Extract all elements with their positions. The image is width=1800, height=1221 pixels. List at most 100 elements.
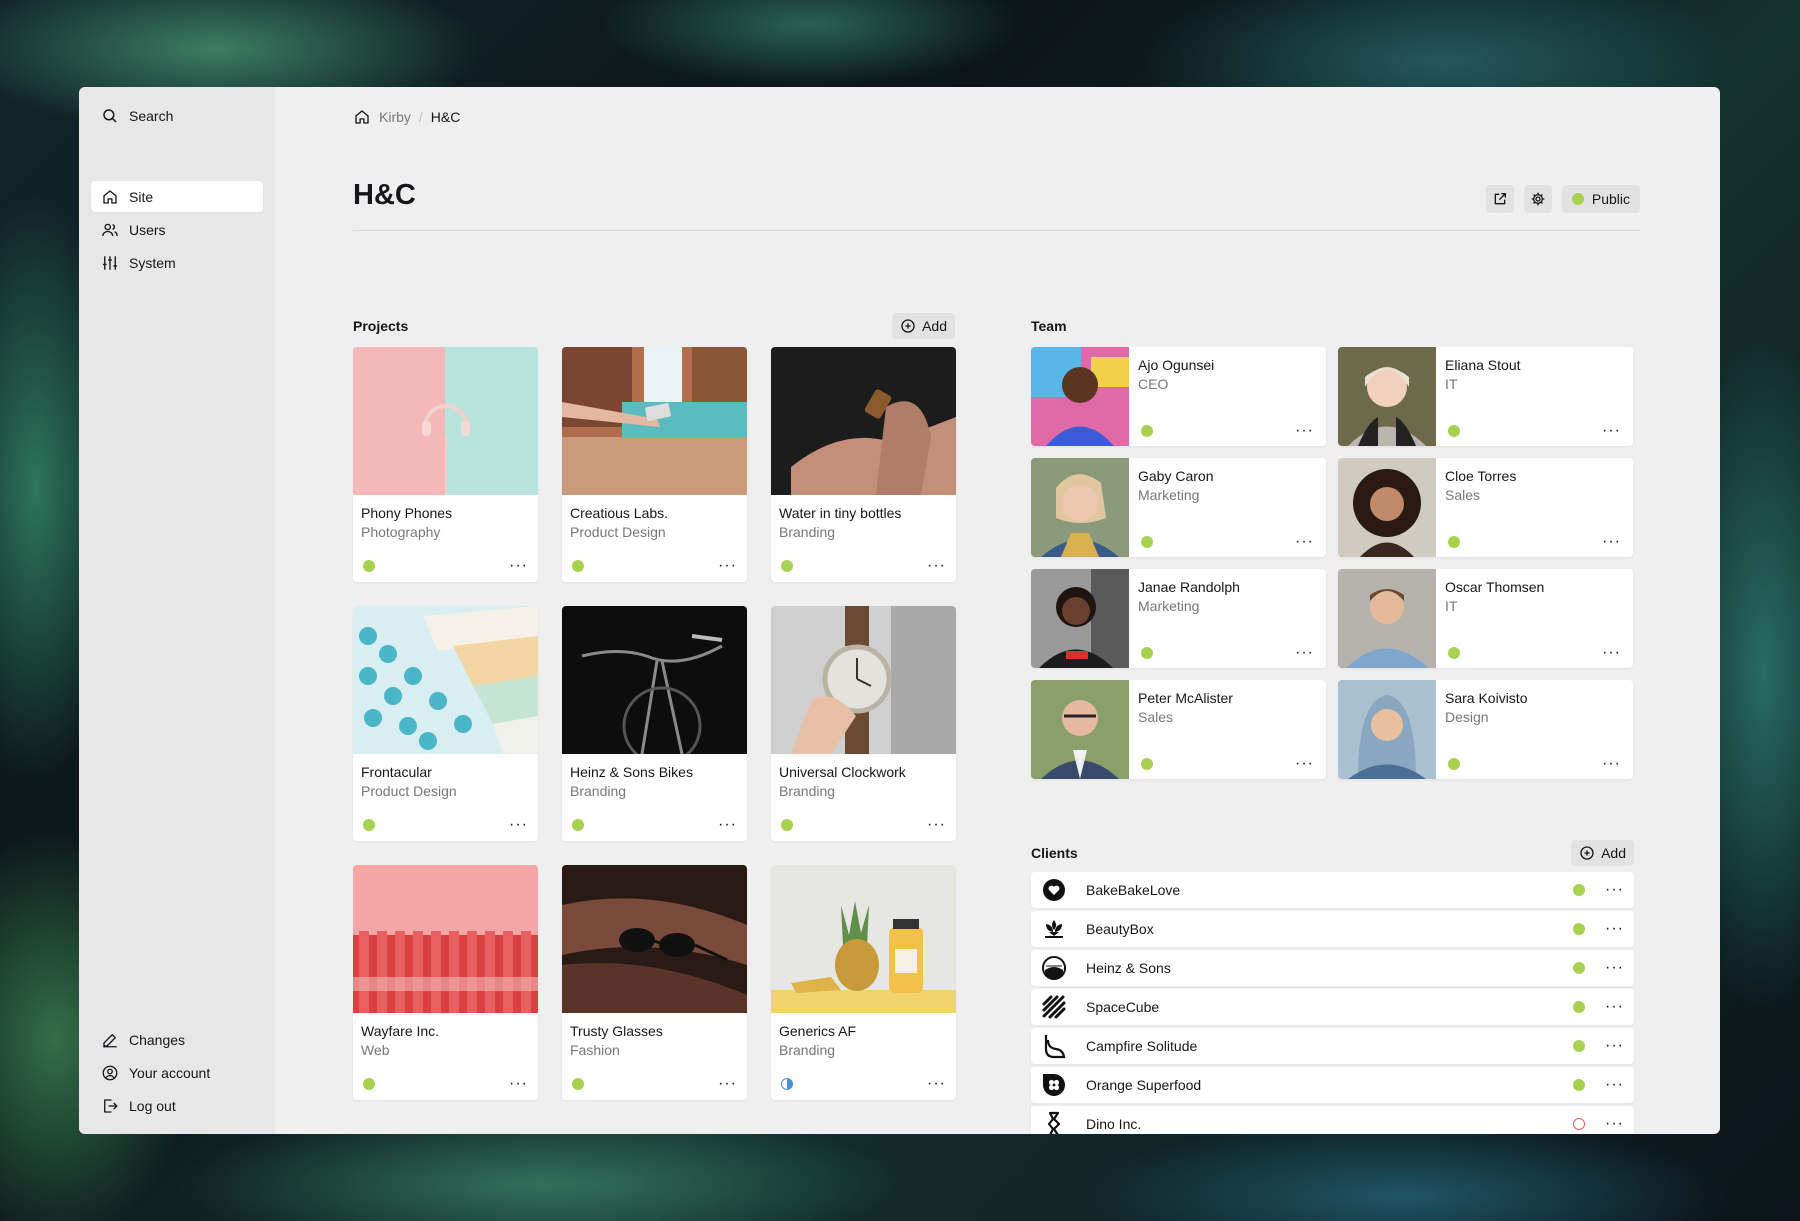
- status-public-icon[interactable]: [572, 560, 584, 572]
- more-options-icon[interactable]: ···: [1295, 756, 1314, 772]
- sidebar-item-site[interactable]: Site: [91, 181, 263, 212]
- status-public-icon[interactable]: [1573, 1040, 1586, 1052]
- sidebar-item-changes[interactable]: Changes: [91, 1024, 263, 1055]
- more-options-icon[interactable]: ···: [509, 558, 528, 574]
- project-card[interactable]: Creatious Labs. Product Design ···: [562, 347, 747, 582]
- add-client-button[interactable]: Add: [1571, 840, 1634, 866]
- status-public-icon[interactable]: [363, 1078, 375, 1090]
- more-options-icon[interactable]: ···: [509, 817, 528, 833]
- status-public-icon[interactable]: [1573, 1079, 1586, 1091]
- team-member-card[interactable]: Oscar Thomsen IT ···: [1338, 569, 1633, 668]
- home-icon[interactable]: [353, 108, 371, 126]
- project-card[interactable]: Water in tiny bottles Branding ···: [771, 347, 956, 582]
- more-options-icon[interactable]: ···: [1602, 645, 1621, 661]
- breadcrumb-separator: /: [418, 109, 423, 125]
- team-member-card[interactable]: Sara Koivisto Design ···: [1338, 680, 1633, 779]
- status-public-icon[interactable]: [781, 560, 793, 572]
- team-member-card[interactable]: Eliana Stout IT ···: [1338, 347, 1633, 446]
- status-draft-icon[interactable]: [1573, 1118, 1586, 1130]
- status-public-icon[interactable]: [1573, 884, 1586, 896]
- project-card[interactable]: Trusty Glasses Fashion ···: [562, 865, 747, 1100]
- more-options-icon[interactable]: ···: [1605, 1116, 1624, 1132]
- status-public-icon[interactable]: [1448, 758, 1460, 770]
- more-options-icon[interactable]: ···: [1605, 960, 1624, 976]
- status-public-icon[interactable]: [1141, 425, 1153, 437]
- clients-heading: Clients: [1031, 845, 1078, 861]
- team-member-card[interactable]: Peter McAlister Sales ···: [1031, 680, 1326, 779]
- more-options-icon[interactable]: ···: [1605, 921, 1624, 937]
- status-public-icon[interactable]: [781, 819, 793, 831]
- more-options-icon[interactable]: ···: [1602, 534, 1621, 550]
- status-public-icon[interactable]: [572, 1078, 584, 1090]
- status-public-icon[interactable]: [1573, 1001, 1586, 1013]
- status-public-icon[interactable]: [572, 819, 584, 831]
- status-public-icon[interactable]: [363, 560, 375, 572]
- more-options-icon[interactable]: ···: [1602, 423, 1621, 439]
- more-options-icon[interactable]: ···: [509, 1076, 528, 1092]
- member-name: Sara Koivisto: [1445, 690, 1528, 706]
- breadcrumb-root[interactable]: Kirby: [379, 109, 411, 125]
- sidebar-item-logout[interactable]: Log out: [91, 1090, 263, 1121]
- sidebar-item-account[interactable]: Your account: [91, 1057, 263, 1088]
- project-card[interactable]: Generics AF Branding ···: [771, 865, 956, 1100]
- project-card[interactable]: Heinz & Sons Bikes Branding ···: [562, 606, 747, 841]
- more-options-icon[interactable]: ···: [927, 558, 946, 574]
- status-public-icon[interactable]: [1573, 962, 1586, 974]
- status-public-icon[interactable]: [1141, 647, 1153, 659]
- more-options-icon[interactable]: ···: [1295, 423, 1314, 439]
- status-button[interactable]: Public: [1561, 185, 1640, 213]
- project-card[interactable]: Frontacular Product Design ···: [353, 606, 538, 841]
- project-card[interactable]: Wayfare Inc. Web ···: [353, 865, 538, 1100]
- sidebar-item-users[interactable]: Users: [91, 214, 263, 245]
- client-row[interactable]: SpaceCube ···: [1031, 989, 1634, 1025]
- status-unlisted-icon[interactable]: [781, 1078, 793, 1090]
- add-project-button[interactable]: Add: [892, 313, 955, 339]
- project-card[interactable]: Phony Phones Photography ···: [353, 347, 538, 582]
- status-public-icon[interactable]: [1141, 536, 1153, 548]
- client-row[interactable]: Campfire Solitude ···: [1031, 1028, 1634, 1064]
- more-options-icon[interactable]: ···: [1605, 1077, 1624, 1093]
- client-row[interactable]: Dino Inc. ···: [1031, 1106, 1634, 1134]
- more-options-icon[interactable]: ···: [1295, 534, 1314, 550]
- project-image-waterfall: [562, 347, 747, 495]
- member-role: Design: [1445, 709, 1489, 725]
- more-options-icon[interactable]: ···: [1605, 1038, 1624, 1054]
- member-role: IT: [1445, 598, 1458, 614]
- projects-section: Projects Add Phony Phones Photography ··…: [353, 313, 956, 1100]
- status-public-icon[interactable]: [1448, 536, 1460, 548]
- status-public-icon: [1571, 193, 1584, 205]
- sidebar-item-system[interactable]: System: [91, 247, 263, 278]
- project-category: Photography: [361, 524, 441, 540]
- status-public-icon[interactable]: [1141, 758, 1153, 770]
- more-options-icon[interactable]: ···: [927, 1076, 946, 1092]
- status-public-icon[interactable]: [1573, 923, 1586, 935]
- more-options-icon[interactable]: ···: [718, 817, 737, 833]
- more-options-icon[interactable]: ···: [1605, 882, 1624, 898]
- more-options-icon[interactable]: ···: [927, 817, 946, 833]
- settings-button[interactable]: [1523, 185, 1552, 213]
- client-row[interactable]: BakeBakeLove ···: [1031, 872, 1634, 908]
- project-card[interactable]: Universal Clockwork Branding ···: [771, 606, 956, 841]
- breadcrumb-current[interactable]: H&C: [431, 109, 461, 125]
- more-options-icon[interactable]: ···: [718, 558, 737, 574]
- client-row[interactable]: Heinz & Sons ···: [1031, 950, 1634, 986]
- status-public-icon[interactable]: [363, 819, 375, 831]
- client-row[interactable]: Orange Superfood ···: [1031, 1067, 1634, 1103]
- add-label: Add: [1601, 845, 1626, 861]
- member-name: Cloe Torres: [1445, 468, 1517, 484]
- team-member-card[interactable]: Janae Randolph Marketing ···: [1031, 569, 1326, 668]
- more-options-icon[interactable]: ···: [718, 1076, 737, 1092]
- status-public-icon[interactable]: [1448, 425, 1460, 437]
- team-member-card[interactable]: Gaby Caron Marketing ···: [1031, 458, 1326, 557]
- more-options-icon[interactable]: ···: [1605, 999, 1624, 1015]
- more-options-icon[interactable]: ···: [1295, 645, 1314, 661]
- team-member-card[interactable]: Cloe Torres Sales ···: [1338, 458, 1633, 557]
- search-button[interactable]: Search: [91, 100, 263, 131]
- project-title: Heinz & Sons Bikes: [570, 764, 693, 780]
- more-options-icon[interactable]: ···: [1602, 756, 1621, 772]
- status-public-icon[interactable]: [1448, 647, 1460, 659]
- dino-icon: [1041, 1111, 1067, 1134]
- client-row[interactable]: BeautyBox ···: [1031, 911, 1634, 947]
- team-member-card[interactable]: Ajo Ogunsei CEO ···: [1031, 347, 1326, 446]
- open-preview-button[interactable]: [1485, 185, 1514, 213]
